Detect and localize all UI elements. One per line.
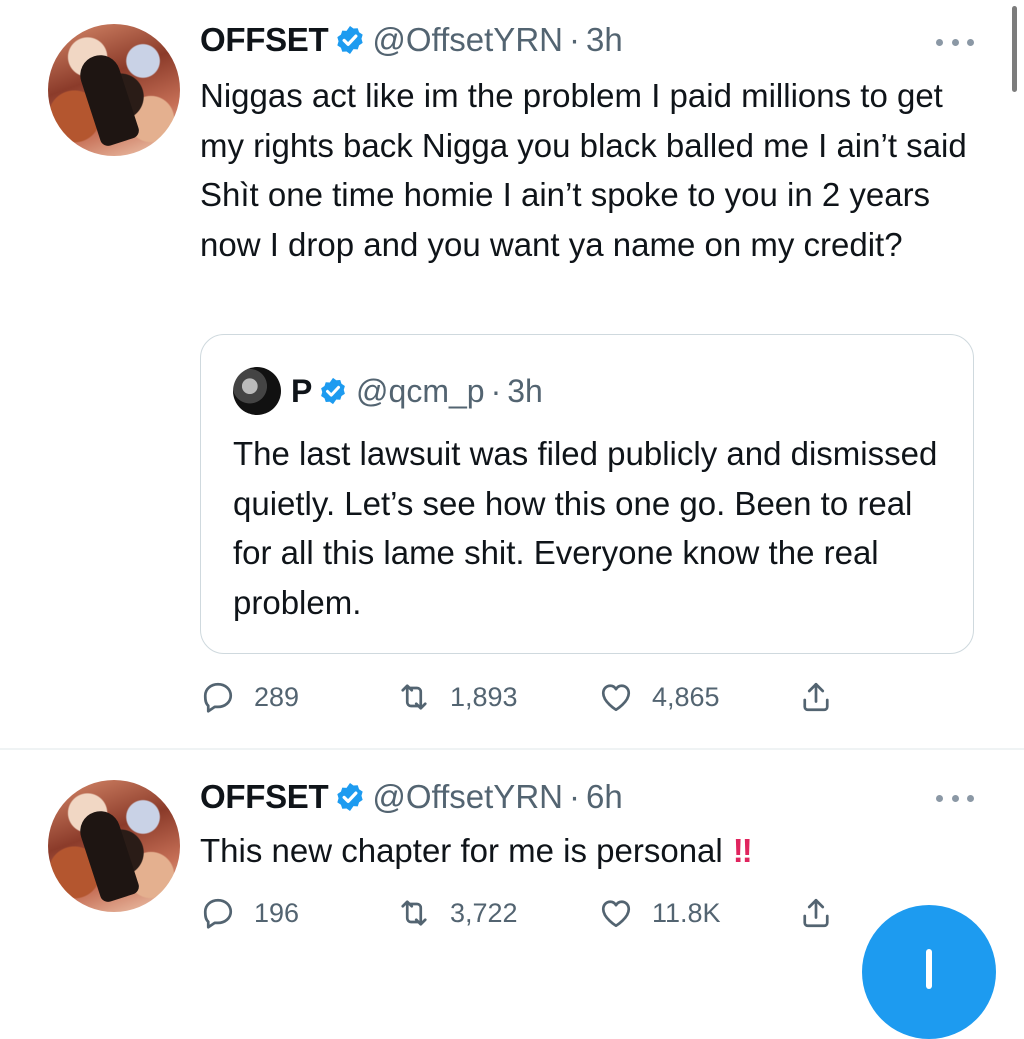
author-avatar[interactable] [48,780,180,912]
retweet-count: 1,893 [450,681,518,712]
quoted-author-avatar [233,367,281,415]
verified-badge-icon [321,377,345,405]
tweet-divider [0,748,1024,750]
separator-dot: · [490,372,502,409]
retweet-icon [401,684,427,710]
author-name[interactable]: OFFSET [200,21,329,59]
like-count: 11.8K [652,897,721,928]
reply-button[interactable]: 196 [200,893,299,933]
share-icon [803,898,829,928]
tweet-actions: 196 3,722 11.8K [200,893,860,933]
author-name[interactable]: OFFSET [200,778,329,816]
like-count: 4,865 [652,681,720,712]
scrollbar[interactable] [1012,6,1017,92]
like-button[interactable]: 4,865 [598,677,720,717]
tweet-timestamp[interactable]: 6h [586,778,623,816]
like-button[interactable]: 11.8K [598,893,721,933]
tweet-text: Niggas act like im the problem I paid mi… [200,77,967,263]
quoted-tweet-text: The last lawsuit was filed publicly and … [233,435,938,621]
more-options-icon[interactable] [936,790,974,806]
quoted-tweet[interactable]: P @qcm_p · 3h The last lawsuit was filed… [200,334,974,654]
quoted-author-handle: @qcm_p [356,372,485,409]
retweet-icon [401,900,427,926]
tweet-header: OFFSET @OffsetYRN · 3h [200,20,623,60]
separator-dot: · [568,778,580,815]
verified-badge-icon [337,26,364,54]
tweet-text-content: This new chapter for me is personal [200,832,723,869]
tweet-text: This new chapter for me is personal ‼ [200,826,980,876]
quoted-tweet-timestamp: 3h [507,372,543,409]
quoted-tweet-header: P @qcm_p · 3h [291,371,543,411]
share-button[interactable] [798,677,834,717]
heart-icon [601,684,631,712]
reply-icon [203,898,233,929]
author-handle[interactable]: @OffsetYRN [372,778,563,816]
compose-button[interactable] [862,905,996,1039]
tweet[interactable]: OFFSET @OffsetYRN · 3h Niggas act like i… [0,0,1024,748]
author-avatar[interactable] [48,24,180,156]
retweet-button[interactable]: 1,893 [396,677,518,717]
quoted-author-name: P [291,372,313,409]
verified-badge-icon [337,783,364,811]
reply-icon [203,682,233,713]
reply-button[interactable]: 289 [200,677,299,717]
reply-count: 196 [254,897,300,928]
compose-plus-icon [926,949,932,989]
double-exclamation-emoji: ‼ [732,832,753,869]
heart-icon [601,900,631,928]
reply-count: 289 [254,681,300,712]
avatar-figure [75,806,141,904]
author-handle[interactable]: @OffsetYRN [372,21,563,59]
retweet-button[interactable]: 3,722 [396,893,518,933]
tweet[interactable]: OFFSET @OffsetYRN · 6h This new chapter … [0,751,1024,968]
separator-dot: · [568,21,580,58]
share-icon [803,682,829,712]
tweet-actions: 289 1,893 4,865 [200,677,860,717]
tweet-timestamp[interactable]: 3h [586,21,623,59]
share-button[interactable] [798,893,834,933]
tweet-header: OFFSET @OffsetYRN · 6h [200,777,623,817]
retweet-count: 3,722 [450,897,518,928]
more-options-icon[interactable] [936,34,974,50]
avatar-figure [75,50,141,148]
